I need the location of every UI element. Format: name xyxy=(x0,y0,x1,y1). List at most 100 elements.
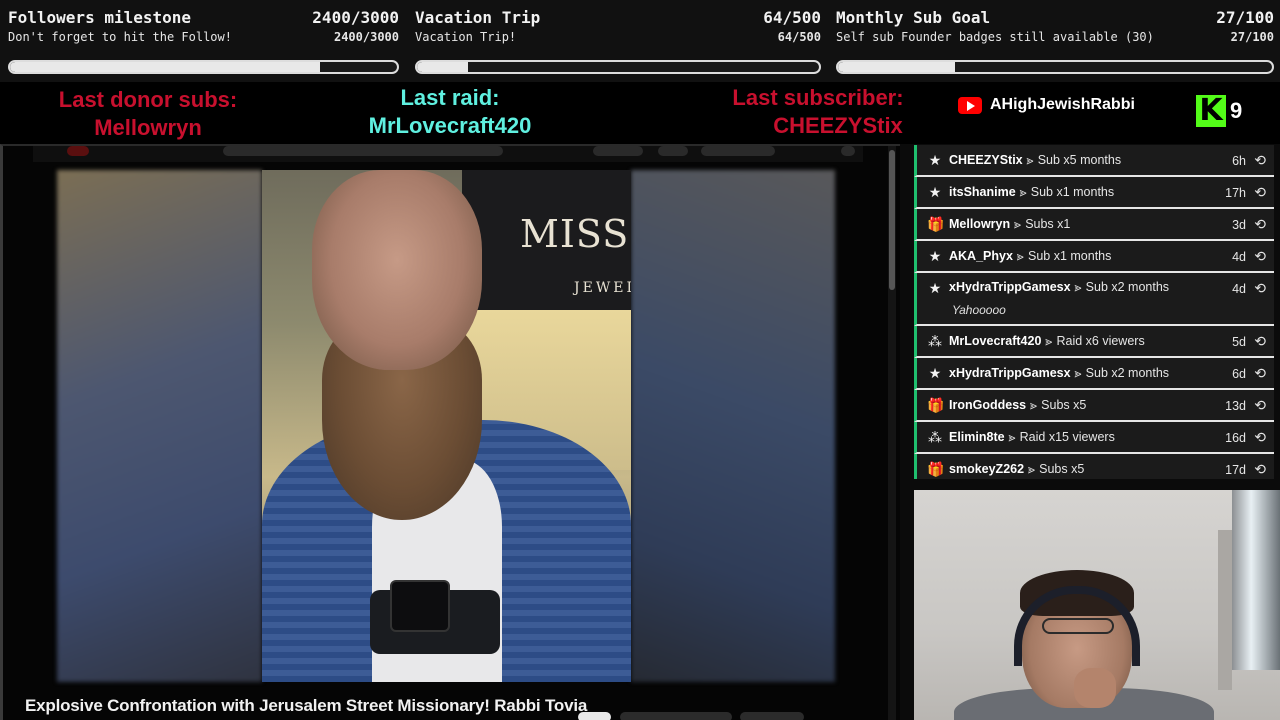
event-time: 3d xyxy=(1232,218,1246,232)
store-sign: MISS A JEWELR xyxy=(462,170,631,310)
chest-camera xyxy=(390,580,450,632)
last-donor-alert: Last donor subs: Mellowryn xyxy=(46,86,250,142)
event-arrow: ⪢ xyxy=(1074,280,1082,294)
event-row: 🎁 Mellowryn ⪢ Subs x1 3d ⟲ xyxy=(914,209,1274,241)
youtube-channel: AHighJewishRabbi xyxy=(958,96,1135,114)
youtube-icon xyxy=(958,96,982,114)
event-row: 🎁 IronGoddess ⪢ Subs x5 13d ⟲ xyxy=(914,390,1274,422)
scrollbar-thumb[interactable] xyxy=(889,150,895,290)
video-player[interactable]: MISS A JEWELR Explosive Confrontation wi… xyxy=(0,144,900,720)
goal-progress-fill xyxy=(838,62,956,72)
event-arrow: ⪢ xyxy=(1026,152,1034,167)
last-donor-name: Mellowryn xyxy=(94,115,202,140)
event-time: 5d xyxy=(1232,335,1246,349)
video-title: Explosive Confrontation with Jerusalem S… xyxy=(25,696,588,715)
star-icon: ★ xyxy=(928,183,942,200)
event-row: ★ xHydraTrippGamesx ⪢ Sub x2 months 4d ⟲ Yahoo… xyxy=(914,273,1274,326)
replay-icon[interactable]: ⟲ xyxy=(1254,216,1266,233)
replay-icon[interactable]: ⟲ xyxy=(1254,429,1266,446)
goal-progress-bar xyxy=(8,60,399,74)
person-head xyxy=(312,170,482,370)
event-action: Sub x1 months xyxy=(1027,249,1112,263)
gift-icon: 🎁 xyxy=(927,215,945,232)
replay-icon[interactable]: ⟲ xyxy=(1254,280,1266,297)
event-arrow: ⪢ xyxy=(1074,365,1082,380)
wall-edge xyxy=(1218,530,1232,690)
goal-subtitle: Self sub Founder badges still available … xyxy=(836,30,1154,44)
goal-count-secondary: 2400/3000 xyxy=(333,30,399,44)
replay-icon[interactable]: ⟲ xyxy=(1254,248,1266,265)
replay-icon[interactable]: ⟲ xyxy=(1254,333,1266,350)
event-time: 6h xyxy=(1232,154,1246,168)
event-user: itsShanime xyxy=(949,185,1016,199)
event-row: ⁂ MrLovecraft420 ⪢ Raid x6 viewers 5d ⟲ xyxy=(914,326,1274,358)
last-donor-label: Last donor subs: xyxy=(58,87,238,112)
replay-icon[interactable]: ⟲ xyxy=(1254,152,1266,169)
event-arrow: ⪢ xyxy=(1045,333,1053,348)
kick-viewer-count: 9 xyxy=(1230,98,1243,123)
replay-icon[interactable]: ⟲ xyxy=(1254,397,1266,414)
event-user: xHydraTrippGamesx xyxy=(949,280,1071,294)
goal-progress-fill xyxy=(417,62,469,72)
last-raid-alert: Last raid: MrLovecraft420 xyxy=(355,84,545,140)
event-row: 🎁 smokeyZ262 ⪢ Subs x5 17d ⟲ xyxy=(914,454,1274,479)
goal-monthly-sub: Monthly Sub Goal 27/100 Self sub Founder… xyxy=(828,0,1280,82)
event-action: Raid x15 viewers xyxy=(1019,430,1115,444)
event-action: Raid x6 viewers xyxy=(1056,334,1145,348)
goal-progress-fill xyxy=(10,62,320,72)
event-user: IronGoddess xyxy=(949,398,1027,412)
webcam-feed xyxy=(914,490,1280,720)
event-arrow: ⪢ xyxy=(1028,461,1036,476)
event-user: MrLovecraft420 xyxy=(949,334,1042,348)
kick-icon: K xyxy=(1196,95,1226,127)
event-time: 17d xyxy=(1225,463,1246,477)
last-subscriber-name: CHEEZYStix xyxy=(773,113,903,138)
replay-icon[interactable]: ⟲ xyxy=(1254,461,1266,478)
event-arrow: ⪢ xyxy=(1016,248,1024,263)
event-time: 16d xyxy=(1225,431,1246,445)
goal-bars: Followers milestone 2400/3000 Don't forg… xyxy=(0,0,1280,82)
goal-count-secondary: 64/500 xyxy=(777,30,821,44)
event-time: 13d xyxy=(1225,399,1246,413)
blurred-background-left xyxy=(57,170,262,682)
video-frame-content[interactable]: MISS A JEWELR xyxy=(262,170,631,682)
event-arrow: ⪢ xyxy=(1014,216,1022,231)
raid-icon: ⁂ xyxy=(928,332,942,349)
blurred-background-right xyxy=(631,170,835,682)
window xyxy=(1232,490,1280,670)
event-time: 17h xyxy=(1225,186,1246,200)
event-row: ★ itsShanime ⪢ Sub x1 months 17h ⟲ xyxy=(914,177,1274,209)
streamer-hand xyxy=(1074,668,1116,708)
goal-title: Monthly Sub Goal xyxy=(836,8,991,27)
event-action: Sub x1 months xyxy=(1030,185,1115,199)
goal-count: 2400/3000 xyxy=(312,8,399,27)
goal-subtitle: Don't forget to hit the Follow! xyxy=(8,30,232,44)
event-time: 4d xyxy=(1232,282,1246,296)
youtube-channel-name: AHighJewishRabbi xyxy=(990,96,1135,113)
star-icon: ★ xyxy=(928,151,942,168)
goal-title: Vacation Trip xyxy=(415,8,541,27)
event-message: Yahooooo xyxy=(952,303,1006,317)
event-user: AKA_Phyx xyxy=(949,249,1013,263)
event-time: 6d xyxy=(1232,367,1246,381)
event-user: Mellowryn xyxy=(949,217,1011,231)
recent-events-list: ★ CHEEZYStix ⪢ Sub x5 months 6h ⟲ ★ itsShanime ⪢… xyxy=(914,145,1274,479)
glasses xyxy=(1042,618,1114,634)
event-time: 4d xyxy=(1232,250,1246,264)
goal-count: 27/100 xyxy=(1216,8,1274,27)
event-arrow: ⪢ xyxy=(1030,397,1038,412)
goal-count: 64/500 xyxy=(763,8,821,27)
star-icon: ★ xyxy=(928,364,942,381)
goal-progress-bar xyxy=(415,60,821,74)
last-subscriber-alert: Last subscriber: CHEEZYStix xyxy=(708,84,928,140)
store-sign-subtext: JEWELR xyxy=(574,280,631,296)
event-action: Subs x5 xyxy=(1039,462,1085,476)
goal-title: Followers milestone xyxy=(8,8,192,27)
replay-icon[interactable]: ⟲ xyxy=(1254,184,1266,201)
replay-icon[interactable]: ⟲ xyxy=(1254,365,1266,382)
event-user: smokeyZ262 xyxy=(949,462,1025,476)
event-action: Subs x5 xyxy=(1041,398,1087,412)
goal-subtitle: Vacation Trip! xyxy=(415,30,517,44)
star-icon: ★ xyxy=(928,247,942,264)
page-scrollbar[interactable] xyxy=(888,146,896,720)
